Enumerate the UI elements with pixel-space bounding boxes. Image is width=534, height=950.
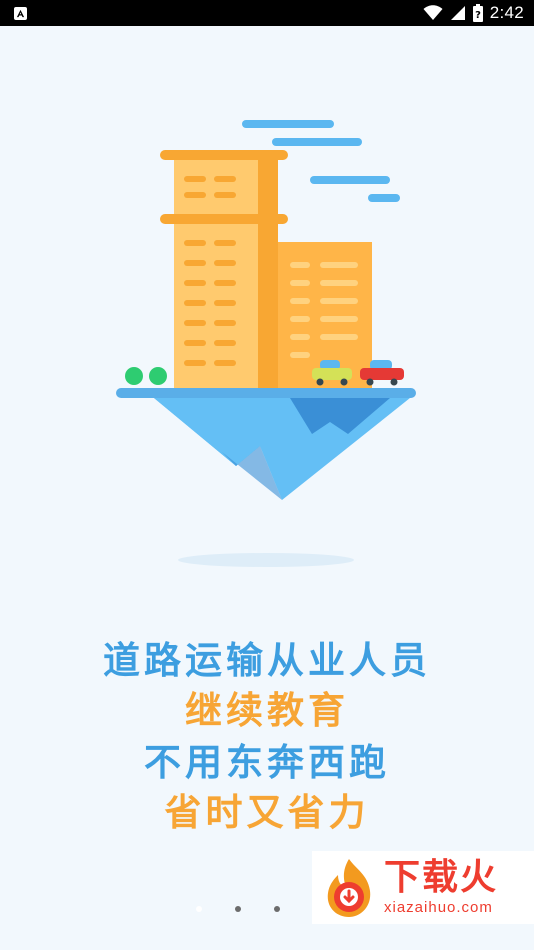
floating-city-illustration: [116, 120, 416, 567]
page-dot-3[interactable]: [274, 906, 280, 912]
clock: 2:42: [489, 3, 524, 22]
slogan-line-2: 继续教育: [185, 689, 349, 732]
watermark-url: xiazaihuo.com: [384, 898, 493, 916]
wifi-icon: [423, 5, 443, 20]
slogan-line-1: 道路运输从业人员: [103, 639, 431, 682]
watermark-text: 下载火 xiazaihuo.com: [384, 856, 499, 916]
intro-screen[interactable]: 道路运输从业人员 继续教育 不用东奔西跑 省时又省力: [0, 26, 534, 950]
status-left: [14, 6, 27, 20]
status-bar: ? 2:42: [0, 0, 534, 26]
slogan-line-3: 不用东奔西跑: [144, 741, 390, 784]
page-dot-1[interactable]: [196, 906, 202, 912]
floating-island-icon: [116, 388, 416, 500]
watermark: 下载火 xiazaihuo.com: [312, 851, 534, 924]
watermark-title: 下载火: [384, 856, 499, 898]
battery-status-label: ?: [475, 10, 481, 21]
page-indicator: [196, 906, 280, 912]
tree-icon: [125, 367, 167, 385]
flame-logo-icon: [327, 858, 371, 917]
page-dot-2[interactable]: [235, 906, 241, 912]
tall-building-icon: [160, 150, 288, 388]
battery-icon: ?: [472, 4, 483, 22]
slogan-line-4: 省时又省力: [164, 791, 370, 834]
status-right: ? 2:42: [423, 3, 524, 23]
notification-icon: [14, 6, 27, 20]
cell-signal-icon: [450, 6, 465, 20]
shadow-ellipse: [178, 553, 354, 567]
